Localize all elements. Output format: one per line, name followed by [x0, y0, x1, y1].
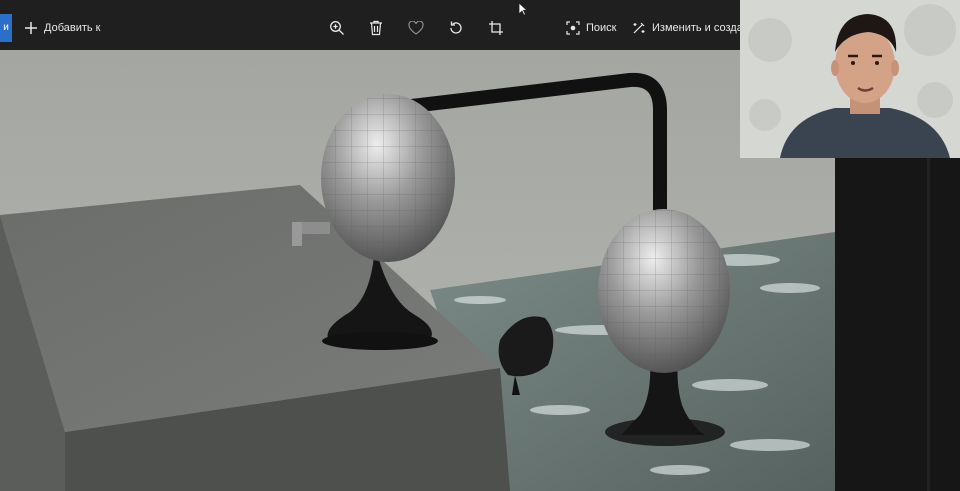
visual-search-label: Поиск — [586, 22, 617, 34]
collection-tab[interactable]: и — [0, 14, 12, 42]
plus-icon — [24, 21, 38, 35]
edit-create-icon — [632, 21, 646, 35]
visual-search-icon — [566, 21, 580, 35]
mouse-cursor-icon — [518, 2, 529, 21]
zoom-in-icon — [329, 20, 345, 36]
webcam-overlay — [740, 0, 960, 158]
presenter-video — [740, 0, 960, 158]
image-canvas[interactable] — [0, 50, 835, 491]
zoom-button[interactable] — [329, 14, 345, 42]
visual-search-button[interactable]: Поиск — [566, 14, 616, 42]
edit-create-button[interactable]: Изменить и создать — [632, 14, 753, 42]
trash-icon — [369, 20, 383, 36]
heart-icon — [408, 21, 424, 35]
add-to-label: Добавить к — [44, 22, 101, 34]
favorite-button[interactable] — [408, 14, 424, 42]
crop-icon — [488, 20, 504, 36]
edit-create-label: Изменить и создать — [652, 22, 754, 34]
add-to-button[interactable]: Добавить к — [24, 14, 100, 42]
delete-button[interactable] — [369, 14, 383, 42]
rotate-button[interactable] — [448, 14, 464, 42]
panel-divider — [927, 158, 930, 491]
right-panel — [835, 158, 960, 491]
3d-scene-render — [0, 50, 835, 491]
crop-button[interactable] — [488, 14, 504, 42]
photo-viewer-toolbar: и Добавить к Поиск Изменить и создать — [0, 0, 753, 50]
rotate-icon — [448, 20, 464, 36]
